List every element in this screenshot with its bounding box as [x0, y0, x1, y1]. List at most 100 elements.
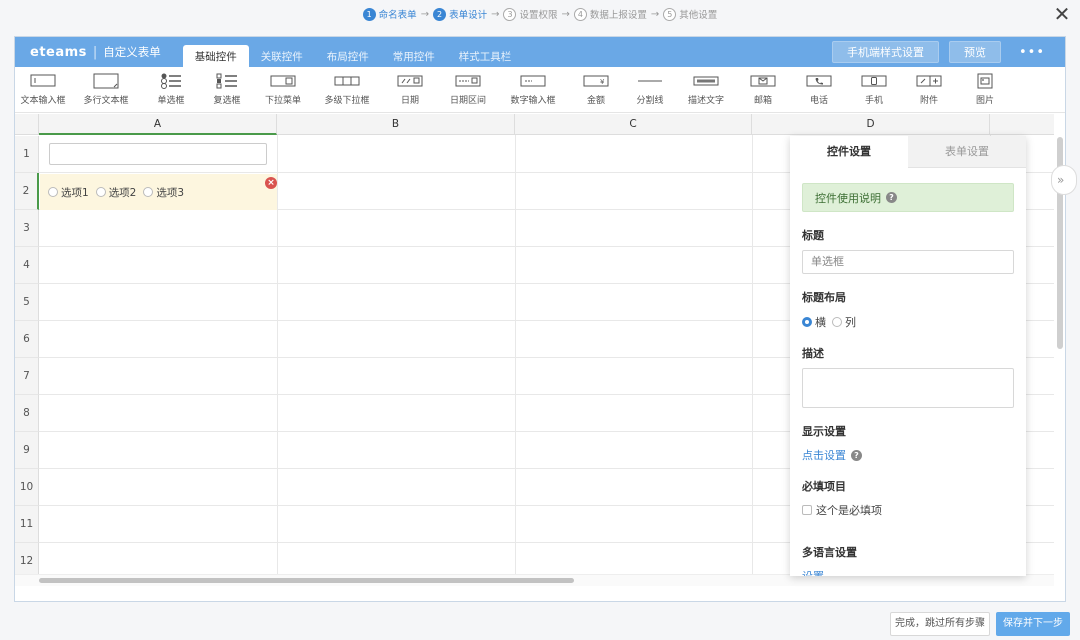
tool-text-input[interactable]: 文本输入框 — [15, 67, 71, 112]
wizard-steps: 1 命名表单 → 2 表单设计 → 3 设置权限 → 4 数据上报设置 → 5 其他设置 — [0, 7, 1080, 21]
tool-amount[interactable]: ¥ 金额 — [569, 67, 623, 112]
mobile-icon — [861, 72, 887, 89]
required-option[interactable]: 这个是必填项 — [802, 502, 1014, 518]
panel-body: 控件使用说明 ? 标题 单选框 标题布局 横 列 描述 显示设置 点击设置 ? … — [790, 168, 1026, 576]
radio-option[interactable]: 选项2 — [95, 185, 136, 200]
step-2[interactable]: 2 表单设计 — [433, 7, 487, 21]
step-number: 2 — [433, 7, 447, 21]
tool-label: 多级下拉框 — [324, 96, 370, 106]
usage-hint[interactable]: 控件使用说明 ? — [802, 183, 1014, 212]
divider-icon — [637, 72, 663, 89]
save-next-button[interactable]: 保存并下一步 — [996, 612, 1070, 636]
radio-button — [95, 187, 106, 197]
row-header[interactable]: 11 — [15, 506, 39, 543]
mobile-style-button[interactable]: 手机端样式设置 — [831, 41, 939, 63]
column-header-d[interactable]: D — [752, 114, 990, 135]
column-header-row: A B C D — [15, 114, 1054, 135]
step-5[interactable]: 5 其他设置 — [663, 7, 717, 21]
tool-image[interactable]: 图片 — [957, 67, 1013, 112]
tool-divider[interactable]: 分割线 — [623, 67, 677, 112]
grid-corner — [15, 114, 39, 135]
language-settings-label: 多语言设置 — [802, 546, 857, 559]
step-1[interactable]: 1 命名表单 — [362, 7, 417, 21]
display-settings-link[interactable]: 点击设置 ? — [802, 447, 1014, 463]
tool-multi-dropdown[interactable]: 多级下拉框 — [313, 67, 381, 112]
preview-button[interactable]: 预览 — [948, 41, 1001, 63]
step-4[interactable]: 4 数据上报设置 — [573, 7, 647, 21]
skip-all-steps-button[interactable]: 完成，跳过所有步骤 — [890, 612, 990, 636]
close-icon[interactable]: ✕ — [1052, 4, 1072, 24]
tool-radio[interactable]: 单选框 — [141, 67, 201, 112]
description-label: 描述 — [802, 347, 824, 360]
collapse-panel-icon[interactable]: » — [1051, 165, 1077, 195]
tool-phone[interactable]: 电话 — [791, 67, 847, 112]
layout-options: 横 列 — [802, 314, 1014, 330]
grid-line — [752, 135, 753, 586]
step-arrow: → — [650, 8, 660, 20]
radio-option-label: 选项1 — [61, 186, 89, 199]
radio-button — [48, 187, 58, 197]
row-header[interactable]: 7 — [15, 358, 39, 395]
step-3[interactable]: 3 设置权限 — [503, 7, 558, 21]
tool-label: 电话 — [809, 96, 828, 106]
column-header-b[interactable]: B — [277, 114, 515, 135]
row-header[interactable]: 4 — [15, 247, 39, 284]
language-settings-link[interactable]: 设置 — [802, 568, 1014, 576]
tool-date-range[interactable]: 日期区间 — [439, 67, 497, 112]
tool-checkbox[interactable]: 复选框 — [201, 67, 253, 112]
column-header-a[interactable]: A — [39, 114, 277, 135]
header-actions: 手机端样式设置 预览 ••• — [831, 41, 1053, 63]
tool-label: 图片 — [975, 96, 994, 106]
row-header[interactable]: 1 — [15, 136, 39, 173]
amount-icon: ¥ — [583, 72, 609, 89]
link-text: 点击设置 — [802, 449, 846, 462]
step-label: 设置权限 — [519, 10, 558, 21]
tool-number-input[interactable]: 数字输入框 — [497, 67, 569, 112]
tool-textarea[interactable]: 多行文本框 — [71, 67, 141, 112]
scrollbar-thumb[interactable] — [39, 578, 574, 583]
tab-layout-controls[interactable]: 布局控件 — [315, 45, 381, 67]
layout-column-option[interactable]: 列 — [832, 314, 856, 330]
row-header[interactable]: 9 — [15, 432, 39, 469]
radio-option[interactable]: 选项3 — [143, 185, 184, 200]
help-icon[interactable]: ? — [851, 449, 862, 461]
tab-form-settings[interactable]: 表单设置 — [908, 136, 1026, 168]
delete-control-icon[interactable]: × — [265, 177, 277, 189]
column-header-c[interactable]: C — [515, 114, 752, 135]
tool-label: 分割线 — [636, 96, 664, 106]
number-input-icon — [520, 72, 546, 89]
tab-style-toolbar[interactable]: 样式工具栏 — [447, 45, 524, 67]
more-icon[interactable]: ••• — [1011, 45, 1053, 60]
tab-basic-controls[interactable]: 基础控件 — [182, 45, 249, 67]
tool-date[interactable]: 日期 — [381, 67, 439, 112]
layout-horizontal-option[interactable]: 横 — [802, 314, 826, 330]
tab-related-controls[interactable]: 关联控件 — [249, 45, 315, 67]
required-checkbox[interactable] — [802, 505, 812, 515]
row-header[interactable]: 6 — [15, 321, 39, 358]
tab-control-settings[interactable]: 控件设置 — [790, 136, 908, 168]
tool-mobile[interactable]: 手机 — [847, 67, 901, 112]
row-header[interactable]: 5 — [15, 284, 39, 321]
textarea-icon — [93, 72, 119, 89]
tool-description[interactable]: 描述文字 — [677, 67, 735, 112]
title-input[interactable]: 单选框 — [802, 250, 1014, 274]
help-icon[interactable]: ? — [886, 192, 897, 203]
logo: eteams — [30, 44, 87, 60]
row-header[interactable]: 2 — [15, 173, 39, 210]
description-textarea[interactable] — [802, 368, 1014, 408]
radio-selected — [802, 317, 812, 327]
tool-attachment[interactable]: 附件 — [901, 67, 957, 112]
row-header[interactable]: 10 — [15, 469, 39, 506]
tab-common-controls[interactable]: 常用控件 — [381, 45, 447, 67]
grid-line — [277, 135, 278, 586]
tool-dropdown[interactable]: 下拉菜单 — [253, 67, 313, 112]
row-header[interactable]: 8 — [15, 395, 39, 432]
tool-label: 日期区间 — [449, 96, 486, 106]
row-header[interactable]: 3 — [15, 210, 39, 247]
tool-email[interactable]: 邮箱 — [735, 67, 791, 112]
tool-label: 手机 — [864, 96, 883, 106]
text-input-control[interactable] — [49, 143, 267, 165]
radio-control[interactable]: 选项1 选项2 选项3 — [40, 174, 277, 210]
header-bar: eteams | 自定义表单 基础控件 关联控件 布局控件 常用控件 样式工具栏… — [15, 37, 1065, 67]
radio-option[interactable]: 选项1 — [48, 185, 89, 200]
